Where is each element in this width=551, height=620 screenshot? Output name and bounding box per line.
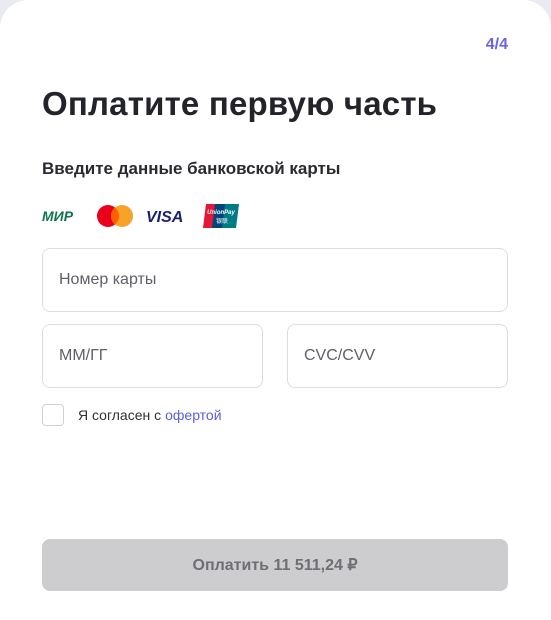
mir-logo-text: МИР	[42, 208, 74, 224]
step-indicator: 4/4	[485, 36, 508, 53]
unionpay-logo-text: UnionPay	[207, 210, 235, 216]
pay-button[interactable]: Оплатить 11 511,24 ₽	[42, 539, 508, 591]
visa-logo-text: VISA	[146, 209, 183, 224]
offer-link[interactable]: офертой	[165, 407, 221, 423]
agreement-row: Я согласен с офертой	[42, 404, 222, 426]
card-number-input[interactable]	[42, 248, 508, 312]
mir-logo-icon: МИР	[42, 208, 82, 224]
unionpay-logo-subtext: 银联	[216, 217, 228, 225]
mastercard-logo-icon	[96, 204, 134, 228]
card-section-subtitle: Введите данные банковской карты	[42, 159, 341, 178]
agreement-text: Я согласен с	[78, 407, 162, 423]
unionpay-logo-icon: UnionPay 银联	[202, 203, 240, 229]
page-title: Оплатите первую часть	[42, 85, 438, 122]
visa-logo-icon: VISA	[146, 208, 188, 224]
agreement-checkbox[interactable]	[42, 404, 64, 426]
payment-systems-logos: МИР VISA UnionPay 银联	[42, 202, 240, 230]
payment-card: 4/4 Оплатите первую часть Введите данные…	[0, 0, 551, 620]
cvc-input[interactable]	[287, 324, 508, 388]
expiry-date-input[interactable]	[42, 324, 263, 388]
